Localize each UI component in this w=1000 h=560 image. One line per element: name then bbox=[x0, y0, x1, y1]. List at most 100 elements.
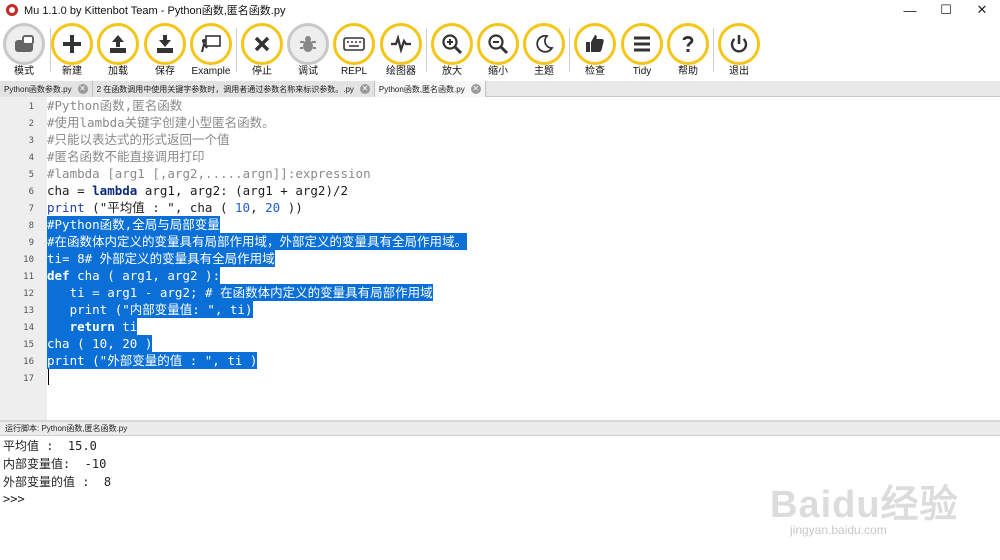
minimize-button[interactable]: — bbox=[892, 0, 928, 20]
line-number: 14 bbox=[23, 323, 34, 333]
debug-label: 调试 bbox=[298, 66, 318, 77]
code-text: )) bbox=[280, 200, 303, 215]
bug-icon bbox=[300, 36, 316, 52]
code-editor[interactable]: 1 2 3 4 5 6 7 8 9 10 11 12 13 14 15 16 1… bbox=[0, 97, 1000, 420]
zoom-in-button[interactable]: 放大 bbox=[428, 23, 476, 77]
close-tab-icon[interactable]: ✕ bbox=[77, 84, 88, 94]
number-text: 10 bbox=[235, 200, 251, 215]
mode-button[interactable]: 模式 bbox=[0, 23, 48, 77]
code-text: ("平均值 : ", cha ( bbox=[84, 200, 236, 215]
repl-label: REPL bbox=[340, 66, 368, 77]
selected-code-line: #Python函数,全局与局部变量 bbox=[47, 216, 220, 233]
line-number: 10 bbox=[23, 255, 34, 265]
close-tab-icon[interactable]: ✕ bbox=[470, 84, 481, 94]
help-button[interactable]: 帮助 bbox=[664, 23, 712, 77]
maximize-button[interactable]: ☐ bbox=[928, 0, 964, 20]
selected-code-line: return ti bbox=[47, 318, 138, 335]
upload-icon bbox=[110, 35, 126, 53]
code-text: print ("内部变量值: ", ti) bbox=[47, 302, 253, 317]
thumbs-up-icon bbox=[586, 35, 604, 52]
repl-output-line: 内部变量值: -10 bbox=[3, 457, 107, 471]
text-cursor bbox=[48, 369, 49, 385]
tab-label: 2 在函数调用中使用关键字参数时，调用者通过参数名称来标识参数。.py bbox=[96, 84, 354, 94]
comment-text: #匿名函数不能直接调用打印 bbox=[47, 149, 205, 164]
plotter-button[interactable]: 绘图器 bbox=[377, 23, 425, 77]
selected-code-line: #在函数体内定义的变量具有局部作用域，外部定义的变量具有全局作用域。 bbox=[47, 233, 468, 250]
line-number: 13 bbox=[23, 306, 34, 316]
code-text: arg1, arg2: (arg1 + arg2)/2 bbox=[137, 183, 349, 198]
zoom-out-label: 缩小 bbox=[488, 66, 508, 77]
line-number: 2 bbox=[28, 119, 34, 129]
code-line: #只能以表达式的形式返回一个值 bbox=[47, 131, 230, 148]
repl-output-line: 平均值 : 15.0 bbox=[3, 439, 97, 453]
pulse-icon bbox=[391, 34, 411, 54]
save-button[interactable]: 保存 bbox=[141, 23, 189, 77]
code-text: cha = bbox=[47, 183, 93, 198]
keyword-text: def bbox=[47, 268, 70, 283]
theme-label: 主题 bbox=[534, 66, 554, 77]
tab-file-1[interactable]: Python函数参数.py ✕ bbox=[0, 81, 93, 97]
selected-code-line: print ("外部变量的值 : ", ti ) bbox=[47, 352, 258, 369]
code-text: , bbox=[250, 200, 266, 215]
tidy-button[interactable]: Tidy bbox=[618, 23, 666, 77]
stop-label: 停止 bbox=[252, 66, 272, 77]
comment-text: #lambda [arg1 [,arg2,.....argn]]:express… bbox=[47, 166, 371, 181]
load-button[interactable]: 加载 bbox=[94, 23, 142, 77]
comment-text: #Python函数,匿名函数 bbox=[47, 98, 183, 113]
check-button[interactable]: 检查 bbox=[571, 23, 619, 77]
selected-code-line: ti = arg1 - arg2; # 在函数体内定义的变量具有局部作用域 bbox=[47, 284, 433, 301]
tab-file-2[interactable]: 2 在函数调用中使用关键字参数时，调用者通过参数名称来标识参数。.py ✕ bbox=[92, 81, 375, 97]
download-icon bbox=[157, 35, 173, 53]
new-label: 新建 bbox=[62, 66, 82, 77]
code-text: #Python函数,全局与局部变量 bbox=[47, 217, 220, 232]
toolbar-separator bbox=[713, 28, 714, 72]
comment-text: #使用lambda关键字创建小型匿名函数。 bbox=[47, 115, 275, 130]
stop-button[interactable]: 停止 bbox=[238, 23, 286, 77]
selected-code-line: ti= 8# 外部定义的变量具有全局作用域 bbox=[47, 250, 275, 267]
repl-header: 运行脚本: Python函数,匿名函数.py bbox=[0, 422, 1000, 436]
title-bar: Mu 1.1.0 by Kittenbot Team - Python函数,匿名… bbox=[0, 0, 1000, 20]
example-label: Example bbox=[191, 66, 231, 77]
debug-button[interactable]: 调试 bbox=[284, 23, 332, 77]
window-title: Mu 1.1.0 by Kittenbot Team - Python函数,匿名… bbox=[24, 5, 286, 17]
zoom-in-icon bbox=[442, 34, 463, 55]
plotter-label: 绘图器 bbox=[386, 66, 416, 77]
keyword-text: return bbox=[69, 319, 115, 334]
presentation-icon bbox=[201, 35, 221, 53]
tab-label: Python函数,匿名函数.py bbox=[378, 84, 465, 94]
new-button[interactable]: 新建 bbox=[48, 23, 96, 77]
watermark-logo: Baidu经验 bbox=[770, 484, 959, 526]
tab-file-3[interactable]: Python函数,匿名函数.py ✕ bbox=[374, 81, 486, 97]
builtin-text: print bbox=[47, 200, 85, 215]
line-number: 4 bbox=[28, 153, 34, 163]
code-line: #使用lambda关键字创建小型匿名函数。 bbox=[47, 114, 275, 131]
question-icon bbox=[682, 36, 694, 52]
power-icon bbox=[730, 35, 748, 53]
baidu-watermark: Baidu经验 jingyan.baidu.com bbox=[770, 465, 970, 545]
code-text: cha ( arg1, arg2 ): bbox=[69, 268, 221, 283]
close-window-button[interactable]: ✕ bbox=[964, 0, 1000, 20]
code-text: cha ( 10, 20 ) bbox=[47, 336, 153, 351]
zoom-out-button[interactable]: 缩小 bbox=[474, 23, 522, 77]
repl-prompt[interactable]: >>> bbox=[3, 491, 25, 508]
line-number: 15 bbox=[23, 340, 34, 350]
line-number: 16 bbox=[23, 357, 34, 367]
tab-label: Python函数参数.py bbox=[4, 84, 72, 94]
check-label: 检查 bbox=[585, 66, 605, 77]
zoom-in-label: 放大 bbox=[442, 66, 462, 77]
line-number: 5 bbox=[28, 170, 34, 180]
quit-button[interactable]: 退出 bbox=[715, 23, 763, 77]
code-text: ti= 8# 外部定义的变量具有全局作用域 bbox=[47, 251, 275, 266]
code-line: print ("平均值 : ", cha ( 10, 20 )) bbox=[47, 199, 303, 216]
code-line: #匿名函数不能直接调用打印 bbox=[47, 148, 205, 165]
line-number: 6 bbox=[28, 187, 34, 197]
repl-button[interactable]: REPL bbox=[330, 23, 378, 77]
line-number: 1 bbox=[28, 102, 34, 112]
close-tab-icon[interactable]: ✕ bbox=[359, 84, 370, 94]
example-button[interactable]: Example bbox=[187, 23, 235, 77]
window-controls: — ☐ ✕ bbox=[892, 0, 1000, 20]
theme-button[interactable]: 主题 bbox=[520, 23, 568, 77]
code-line: #Python函数,匿名函数 bbox=[47, 97, 182, 114]
keyword-text: lambda bbox=[92, 183, 138, 198]
